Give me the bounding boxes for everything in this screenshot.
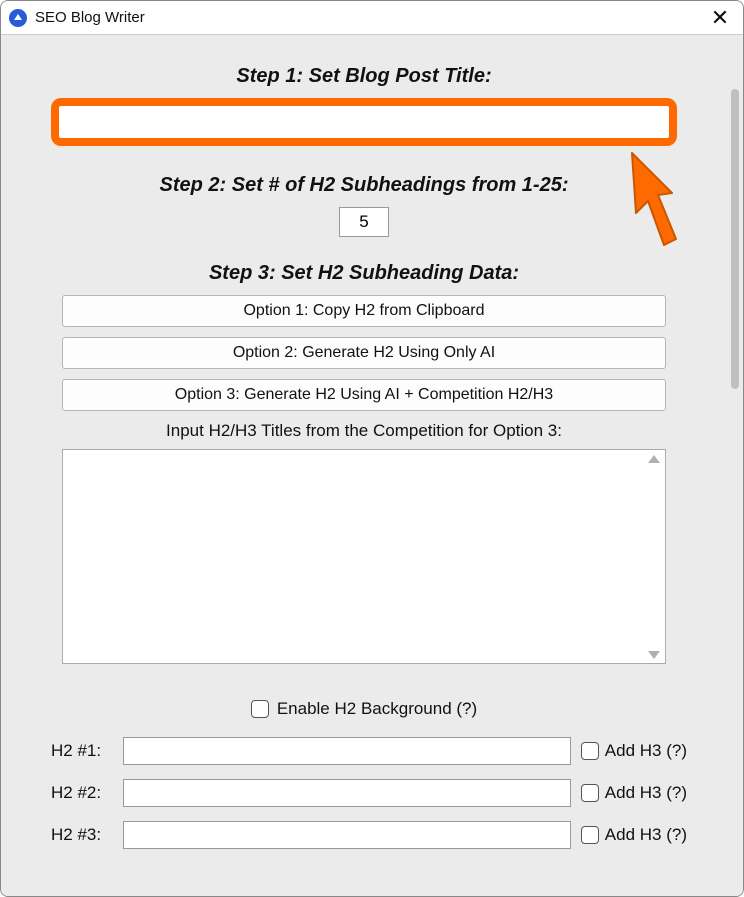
- add-h3-toggle-1[interactable]: Add H3 (?): [581, 741, 687, 761]
- h2-row-label: H2 #2:: [51, 783, 113, 803]
- add-h3-checkbox[interactable]: [581, 742, 599, 760]
- option2-button[interactable]: Option 2: Generate H2 Using Only AI: [62, 337, 666, 369]
- add-h3-toggle-3[interactable]: Add H3 (?): [581, 825, 687, 845]
- titlebar: SEO Blog Writer ✕: [1, 1, 743, 35]
- option3-button[interactable]: Option 3: Generate H2 Using AI + Competi…: [62, 379, 666, 411]
- app-window: SEO Blog Writer ✕ Step 1: Set Blog Post …: [0, 0, 744, 897]
- h2-count-input[interactable]: [339, 207, 389, 237]
- h2-input-2[interactable]: [123, 779, 571, 807]
- h2-row-label: H2 #1:: [51, 741, 113, 761]
- competition-textarea[interactable]: [62, 449, 666, 664]
- step3-heading: Step 3: Set H2 Subheading Data:: [21, 262, 707, 285]
- window-scrollbar-thumb[interactable]: [731, 89, 739, 389]
- app-icon: [9, 9, 27, 27]
- enable-h2-bg-row[interactable]: Enable H2 Background (?): [21, 699, 707, 719]
- add-h3-label: Add H3 (?): [605, 783, 687, 803]
- step1-heading: Step 1: Set Blog Post Title:: [21, 65, 707, 88]
- title-input-highlight: [51, 98, 677, 146]
- h2-row: H2 #1: Add H3 (?): [51, 737, 687, 765]
- add-h3-checkbox[interactable]: [581, 826, 599, 844]
- enable-h2-bg-checkbox[interactable]: [251, 700, 269, 718]
- step2-heading: Step 2: Set # of H2 Subheadings from 1-2…: [21, 174, 707, 197]
- h2-row: H2 #3: Add H3 (?): [51, 821, 687, 849]
- competition-input-label: Input H2/H3 Titles from the Competition …: [21, 421, 707, 441]
- blog-title-input[interactable]: [63, 110, 665, 134]
- close-button[interactable]: ✕: [707, 7, 733, 29]
- h2-input-1[interactable]: [123, 737, 571, 765]
- textarea-scroll-up-icon[interactable]: [648, 455, 660, 463]
- add-h3-checkbox[interactable]: [581, 784, 599, 802]
- enable-h2-bg-label: Enable H2 Background (?): [277, 699, 477, 719]
- h2-row: H2 #2: Add H3 (?): [51, 779, 687, 807]
- h2-row-label: H2 #3:: [51, 825, 113, 845]
- textarea-scroll-down-icon[interactable]: [648, 651, 660, 659]
- client-area: Step 1: Set Blog Post Title: Step 2: Set…: [1, 35, 743, 896]
- option1-button[interactable]: Option 1: Copy H2 from Clipboard: [62, 295, 666, 327]
- add-h3-label: Add H3 (?): [605, 825, 687, 845]
- content-scroll[interactable]: Step 1: Set Blog Post Title: Step 2: Set…: [1, 35, 727, 896]
- window-title: SEO Blog Writer: [35, 9, 707, 26]
- window-scrollbar[interactable]: [731, 89, 739, 389]
- add-h3-toggle-2[interactable]: Add H3 (?): [581, 783, 687, 803]
- h2-input-3[interactable]: [123, 821, 571, 849]
- competition-textarea-wrap: [62, 449, 666, 669]
- add-h3-label: Add H3 (?): [605, 741, 687, 761]
